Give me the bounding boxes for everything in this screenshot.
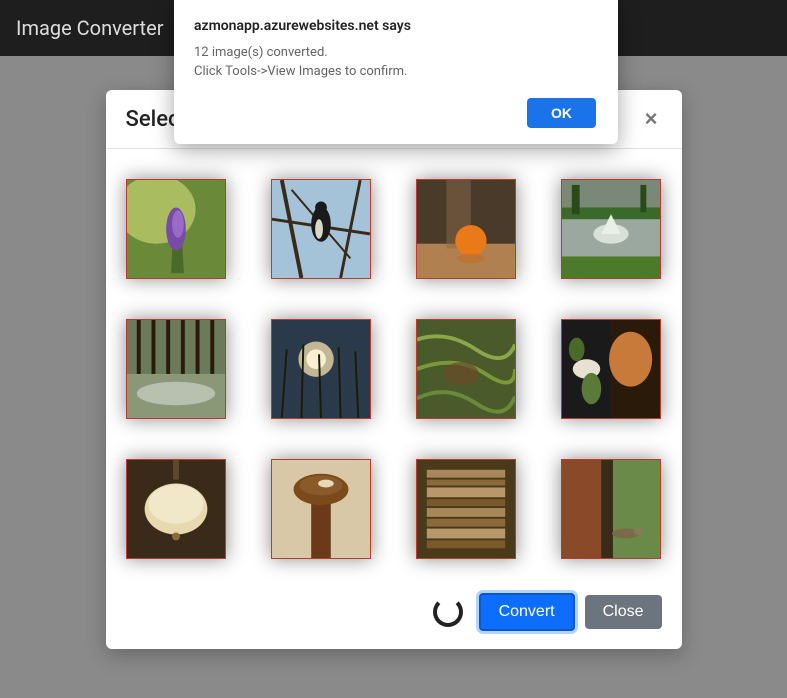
- convert-button[interactable]: Convert: [479, 593, 575, 631]
- image-select-modal: Select Images to Convert ×: [106, 90, 682, 649]
- thumb-fountain-lawn[interactable]: [561, 179, 661, 279]
- thumb-bird-tree[interactable]: [271, 179, 371, 279]
- thumb-wood-handle[interactable]: [271, 459, 371, 559]
- modal-close-x-button[interactable]: ×: [641, 106, 662, 132]
- thumb-lamp-ceiling[interactable]: [126, 459, 226, 559]
- thumb-food-platter[interactable]: [561, 319, 661, 419]
- js-alert-dialog: azmonapp.azurewebsites.net says 12 image…: [174, 0, 618, 144]
- alert-actions: OK: [194, 98, 596, 128]
- thumbnail-grid: [126, 179, 662, 559]
- modal-footer: Convert Close: [106, 579, 682, 649]
- app-title: Image Converter: [16, 16, 163, 40]
- alert-ok-button[interactable]: OK: [527, 98, 596, 128]
- thumb-forest-stream[interactable]: [126, 319, 226, 419]
- loading-spinner-icon: [433, 597, 463, 627]
- modal-backdrop: Select Images to Convert ×: [0, 56, 787, 698]
- close-button[interactable]: Close: [585, 595, 662, 629]
- thumb-sunset-grass[interactable]: [271, 319, 371, 419]
- modal-body: [106, 149, 682, 579]
- thumb-lizard-wall[interactable]: [561, 459, 661, 559]
- alert-origin: azmonapp.azurewebsites.net says: [194, 18, 596, 34]
- thumb-leaves-ground[interactable]: [416, 319, 516, 419]
- thumb-plant-flower[interactable]: [126, 179, 226, 279]
- thumb-orange-table[interactable]: [416, 179, 516, 279]
- thumb-books-stack[interactable]: [416, 459, 516, 559]
- alert-message: 12 image(s) converted. Click Tools->View…: [194, 44, 596, 82]
